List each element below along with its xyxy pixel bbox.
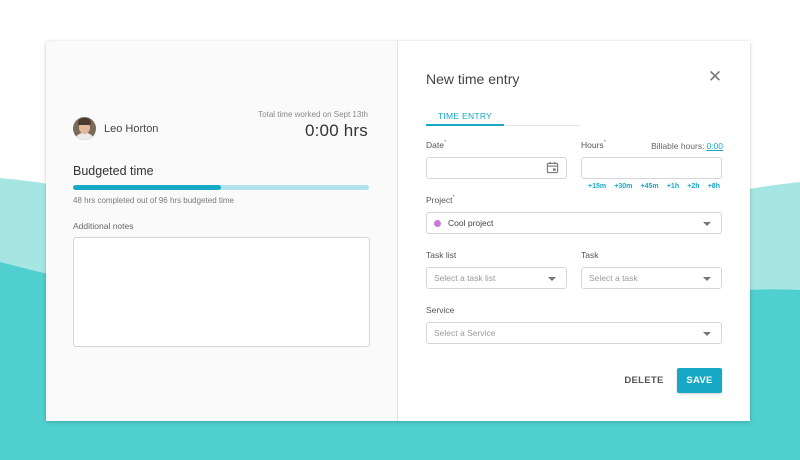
budget-title: Budgeted time	[73, 164, 154, 178]
date-label: Date*	[426, 140, 447, 150]
task-select[interactable]: Select a task	[581, 267, 722, 289]
close-icon: ✕	[707, 67, 723, 87]
billable-hours: Billable hours: 0:00	[651, 141, 723, 151]
budget-progress-bar	[73, 185, 369, 190]
hours-input[interactable]	[581, 157, 722, 179]
project-label: Project*	[426, 195, 455, 205]
calendar-icon[interactable]	[546, 161, 559, 174]
save-button[interactable]: SAVE	[677, 368, 722, 393]
delete-button[interactable]: DELETE	[622, 368, 666, 392]
user-info: Leo Horton	[73, 117, 158, 140]
project-value: Cool project	[448, 218, 494, 228]
task-list-placeholder: Select a task list	[434, 273, 496, 283]
date-field-wrap	[426, 157, 567, 179]
total-time: Total time worked on Sept 13th 0:00 hrs	[258, 110, 368, 141]
service-label: Service	[426, 305, 455, 315]
entry-form-panel: New time entry ✕ TIME ENTRY Date* Hours*	[398, 41, 750, 421]
notes-textarea[interactable]	[73, 237, 370, 347]
avatar	[73, 117, 96, 140]
dialog-title: New time entry	[426, 71, 520, 87]
chevron-down-icon	[703, 277, 711, 281]
hours-label: Hours*	[581, 140, 607, 150]
budget-progress-fill	[73, 185, 221, 190]
task-list-label: Task list	[426, 250, 457, 260]
time-entry-card: Leo Horton Total time worked on Sept 13t…	[46, 41, 750, 421]
quick-add-8h[interactable]: +8h	[708, 183, 720, 190]
chevron-down-icon	[703, 332, 711, 336]
service-placeholder: Select a Service	[434, 328, 496, 338]
notes-label: Additional notes	[73, 221, 134, 231]
quick-add-30m[interactable]: +30m	[614, 183, 632, 190]
project-select[interactable]: Cool project	[426, 212, 722, 234]
user-name: Leo Horton	[104, 122, 159, 135]
task-label: Task	[581, 250, 599, 260]
total-time-value: 0:00 hrs	[304, 121, 368, 140]
summary-panel: Leo Horton Total time worked on Sept 13t…	[46, 41, 398, 421]
quick-add-buttons: +15m +30m +45m +1h +2h +8h	[588, 183, 720, 190]
task-list-select[interactable]: Select a task list	[426, 267, 567, 289]
quick-add-45m[interactable]: +45m	[641, 183, 659, 190]
close-button[interactable]: ✕	[707, 67, 723, 87]
tab-bar: TIME ENTRY	[426, 107, 580, 126]
billable-hours-link[interactable]: 0:00	[706, 141, 723, 151]
chevron-down-icon	[703, 222, 711, 226]
quick-add-1h[interactable]: +1h	[667, 183, 679, 190]
tab-time-entry[interactable]: TIME ENTRY	[426, 107, 504, 126]
quick-add-15m[interactable]: +15m	[588, 183, 606, 190]
task-placeholder: Select a task	[589, 273, 638, 283]
chevron-down-icon	[548, 277, 556, 281]
quick-add-2h[interactable]: +2h	[687, 183, 699, 190]
project-color-dot	[434, 219, 441, 227]
service-select[interactable]: Select a Service	[426, 322, 722, 344]
budget-caption: 48 hrs completed out of 96 hrs budgeted …	[73, 196, 234, 205]
total-time-label: Total time worked on Sept 13th	[258, 110, 368, 119]
